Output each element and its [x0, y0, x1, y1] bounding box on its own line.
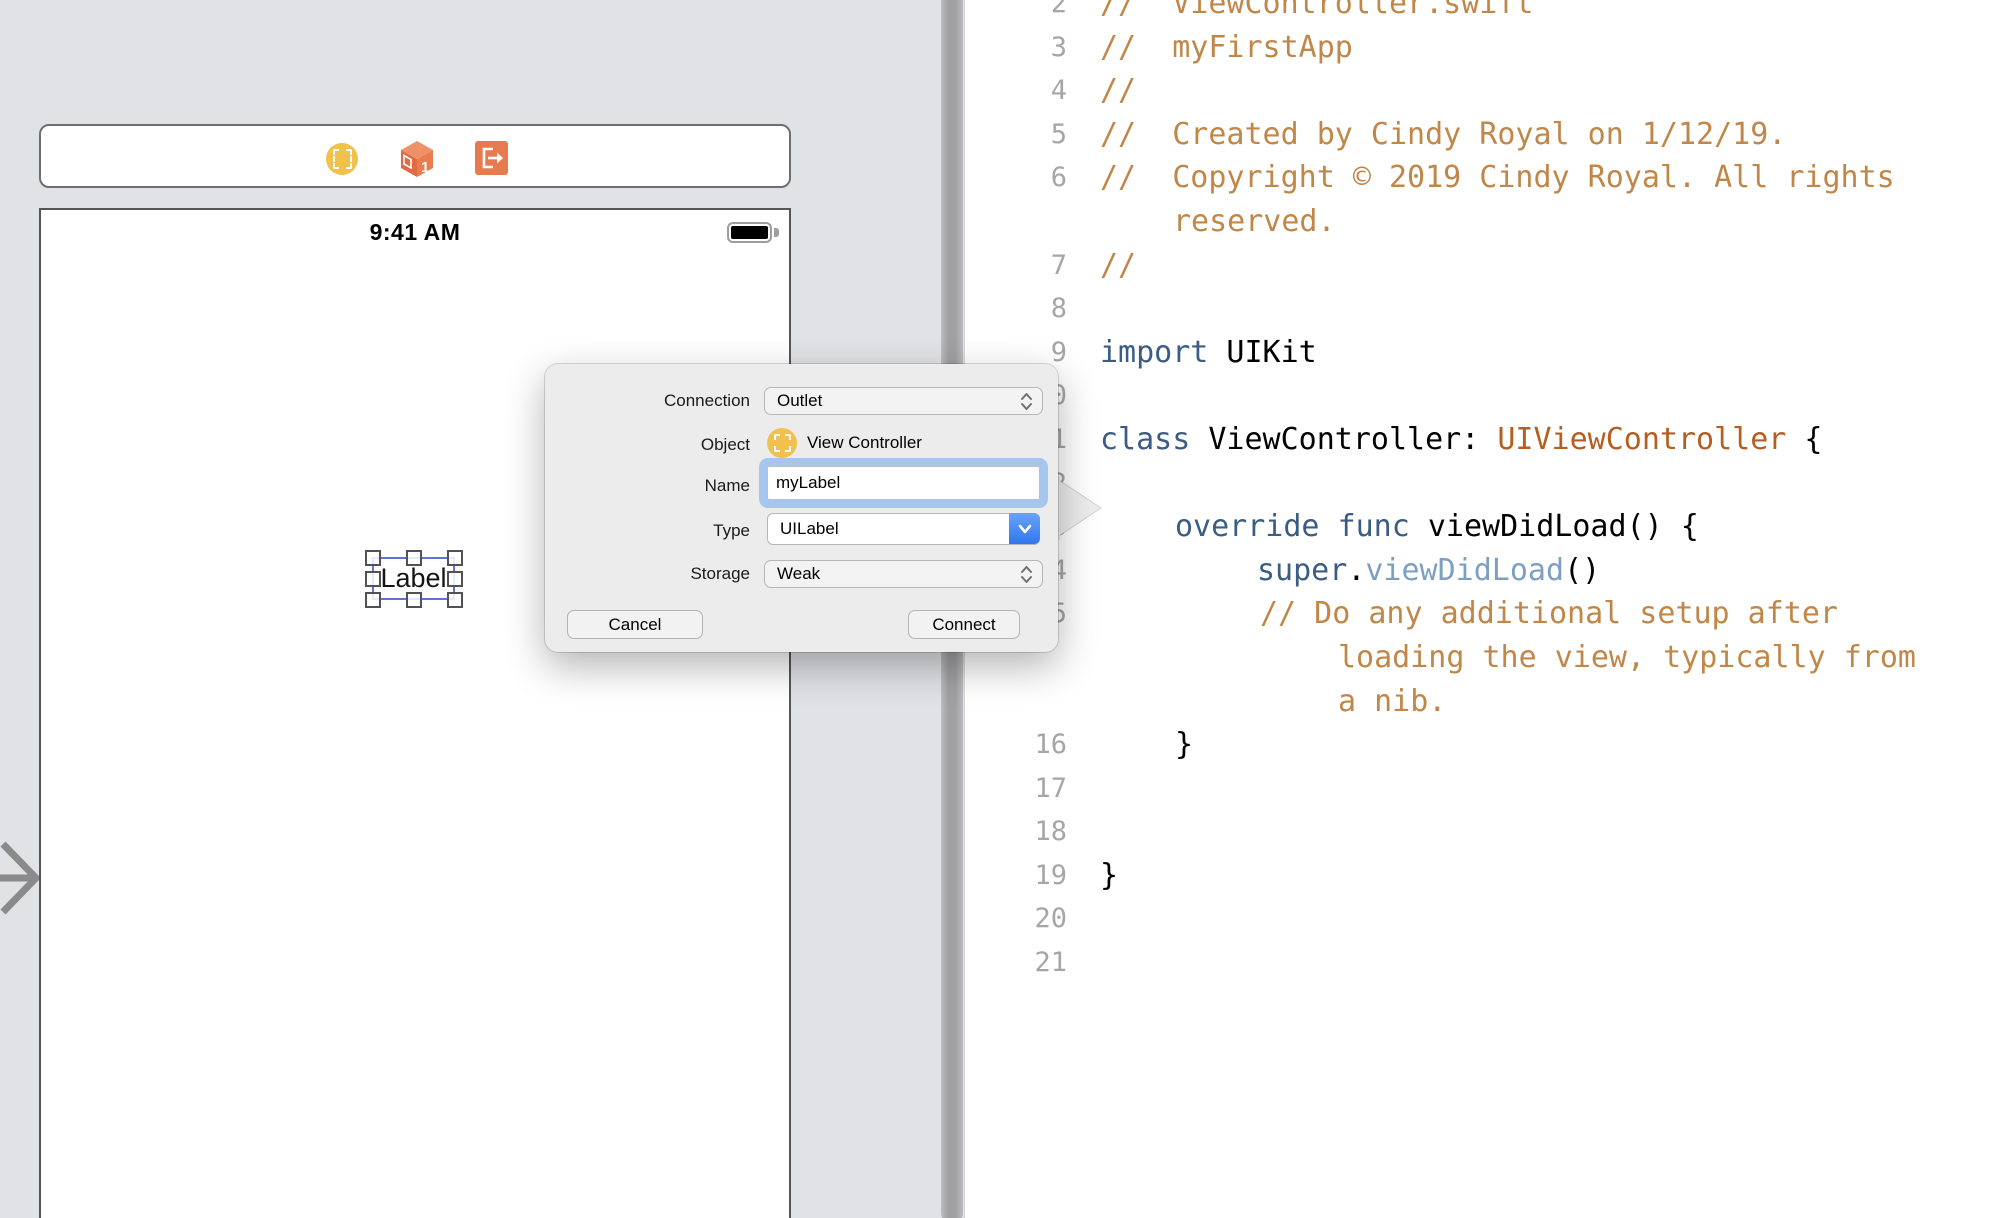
battery-icon-tip [774, 228, 779, 237]
code-line: super.viewDidLoad() [1100, 549, 2000, 593]
first-responder-cube-icon[interactable]: 1 [399, 140, 435, 178]
line-number: 2 [964, 0, 1067, 26]
cancel-button[interactable]: Cancel [567, 610, 703, 639]
type-label: Type [564, 521, 750, 541]
popover-arrow [1056, 468, 1106, 548]
code-line: // [1100, 244, 2000, 288]
connect-button[interactable]: Connect [908, 610, 1020, 639]
object-value: View Controller [807, 433, 922, 453]
line-number: 21 [964, 941, 1067, 985]
selection-handle[interactable] [406, 550, 422, 566]
code-line: } [1100, 854, 2000, 898]
code-line: class ViewController: UIViewController { [1100, 418, 2000, 462]
connection-popup-button[interactable]: Outlet [764, 387, 1043, 415]
view-controller-scene[interactable] [39, 208, 791, 1218]
source-code[interactable]: // ViewController.swift// myFirstApp////… [1100, 0, 2000, 985]
code-line: // ViewController.swift [1100, 0, 2000, 26]
line-number: 16 [964, 723, 1067, 767]
chevron-down-icon [1017, 523, 1033, 535]
code-line: reserved. [1100, 200, 2000, 244]
code-line [1100, 897, 2000, 941]
line-number: 8 [964, 287, 1067, 331]
view-controller-icon[interactable] [326, 143, 358, 175]
code-line [1100, 810, 2000, 854]
stepper-chevrons-icon [1019, 564, 1034, 585]
selection-handle[interactable] [406, 592, 422, 608]
code-line [1100, 287, 2000, 331]
connection-value: Outlet [777, 391, 822, 410]
selection-handle[interactable] [447, 571, 463, 587]
storage-label: Storage [564, 564, 750, 584]
code-line [1100, 767, 2000, 811]
connection-popover: Connection Outlet Object View Controller… [545, 364, 1058, 652]
storyboard-entry-arrow-icon [0, 840, 42, 916]
battery-icon [727, 222, 772, 243]
connection-label: Connection [564, 391, 750, 411]
selection-handle[interactable] [447, 550, 463, 566]
code-line: // myFirstApp [1100, 26, 2000, 70]
type-dropdown-button[interactable] [1009, 513, 1040, 544]
line-number: 18 [964, 810, 1067, 854]
code-line: a nib. [1100, 680, 2000, 724]
svg-text:1: 1 [421, 159, 429, 176]
status-bar-time: 9:41 AM [39, 219, 791, 246]
code-line [1100, 941, 2000, 985]
line-number [964, 680, 1067, 724]
name-input[interactable] [767, 466, 1040, 500]
line-number: 6 [964, 156, 1067, 200]
name-field-focus-ring [759, 458, 1048, 508]
exit-segue-icon[interactable] [475, 141, 508, 175]
storage-value: Weak [777, 564, 820, 583]
code-line: // [1100, 69, 2000, 113]
line-number: 17 [964, 767, 1067, 811]
selection-handle[interactable] [365, 550, 381, 566]
code-line [1100, 462, 2000, 506]
object-label: Object [564, 435, 750, 455]
selection-handle[interactable] [447, 592, 463, 608]
code-line: import UIKit [1100, 331, 2000, 375]
selection-handle[interactable] [365, 592, 381, 608]
type-value: UILabel [780, 519, 839, 538]
line-number [964, 200, 1067, 244]
code-line: override func viewDidLoad() { [1100, 505, 2000, 549]
type-combo-box[interactable]: UILabel [767, 513, 1040, 545]
code-line: loading the view, typically from [1100, 636, 2000, 680]
line-number: 19 [964, 854, 1067, 898]
line-number: 3 [964, 26, 1067, 70]
code-line [1100, 374, 2000, 418]
object-view-controller-icon [767, 428, 797, 458]
xcode-window: 1 9:41 AM Label 234567891011121314151617… [0, 0, 2006, 1218]
line-number: 7 [964, 244, 1067, 288]
name-label: Name [564, 476, 750, 496]
storage-popup-button[interactable]: Weak [764, 560, 1043, 588]
code-line: // Created by Cindy Royal on 1/12/19. [1100, 113, 2000, 157]
code-line: // Copyright © 2019 Cindy Royal. All rig… [1100, 156, 2000, 200]
code-line: } [1100, 723, 2000, 767]
line-number: 5 [964, 113, 1067, 157]
line-number: 4 [964, 69, 1067, 113]
selection-handle[interactable] [365, 571, 381, 587]
view-controller-dash-square [333, 149, 352, 169]
line-number: 20 [964, 897, 1067, 941]
stepper-chevrons-icon [1019, 391, 1034, 412]
code-line: // Do any additional setup after [1100, 592, 2000, 636]
